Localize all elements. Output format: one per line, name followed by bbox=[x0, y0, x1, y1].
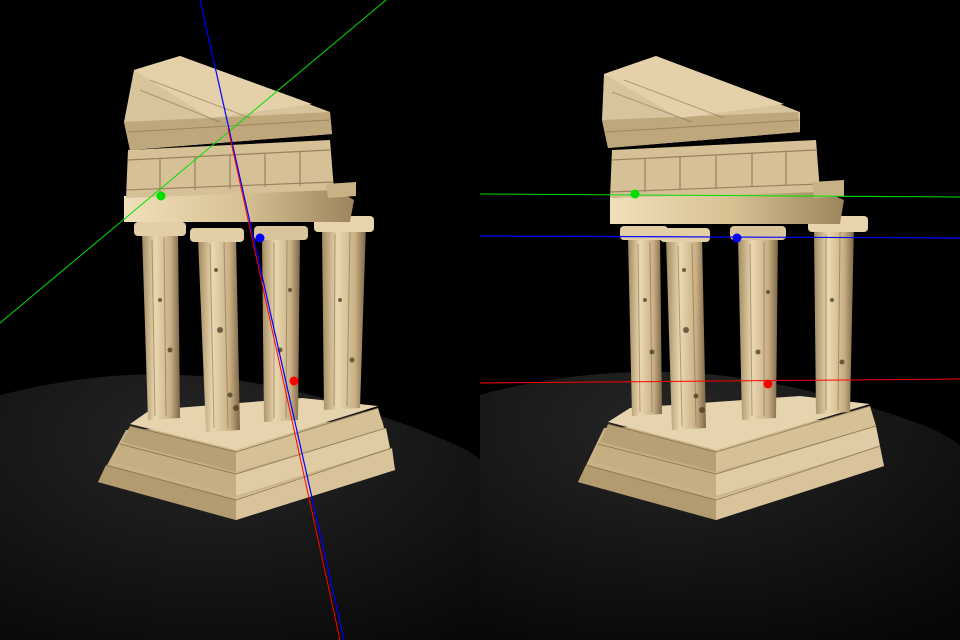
left-view bbox=[0, 0, 480, 640]
point-blue bbox=[732, 233, 742, 243]
left-view-image bbox=[0, 0, 480, 640]
point-red bbox=[763, 379, 773, 389]
point-blue bbox=[255, 233, 265, 243]
right-view-image bbox=[480, 56, 960, 640]
temple-model bbox=[578, 56, 884, 520]
temple-model bbox=[98, 56, 395, 520]
point-red bbox=[289, 376, 299, 386]
point-green bbox=[156, 191, 166, 201]
epipolar-line-blue bbox=[480, 235, 960, 239]
point-green bbox=[630, 189, 640, 199]
right-view bbox=[480, 0, 960, 640]
